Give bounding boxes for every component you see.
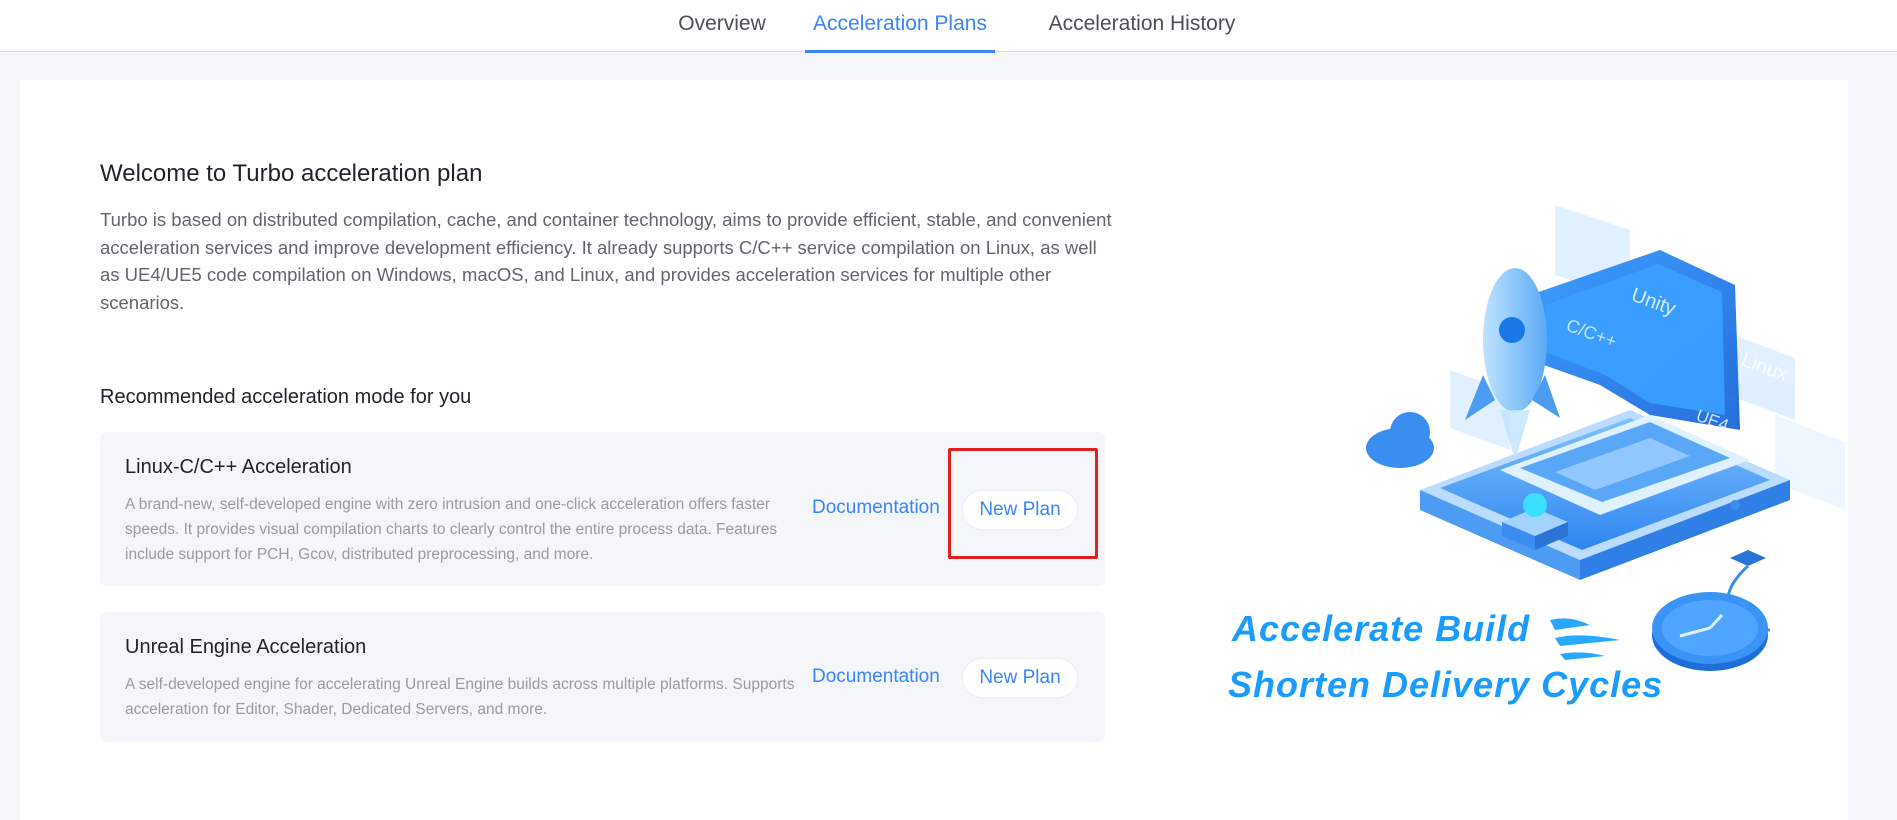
- welcome-description: Turbo is based on distributed compilatio…: [100, 209, 1112, 313]
- documentation-link[interactable]: Documentation: [812, 497, 940, 519]
- speed-lines-icon: [1550, 618, 1620, 660]
- tab-acceleration-plans[interactable]: Acceleration Plans: [805, 0, 995, 53]
- welcome-title: Welcome to Turbo acceleration plan: [100, 160, 483, 187]
- top-nav: Overview Acceleration Plans Acceleration…: [0, 0, 1897, 53]
- documentation-link[interactable]: Documentation: [812, 666, 940, 688]
- card-title: Unreal Engine Acceleration: [125, 636, 367, 658]
- slogan-accelerate-build: Accelerate Build: [1232, 608, 1531, 649]
- card-title: Linux-C/C++ Acceleration: [125, 456, 352, 478]
- card-unreal-engine-acceleration: Unreal Engine Acceleration A self-develo…: [100, 612, 1105, 742]
- new-plan-button[interactable]: New Plan: [962, 490, 1078, 530]
- card-linux-cpp-acceleration: Linux-C/C++ Acceleration A brand-new, se…: [100, 432, 1105, 586]
- tab-overview[interactable]: Overview: [668, 0, 776, 52]
- recommended-title: Recommended acceleration mode for you: [100, 386, 472, 408]
- tab-acceleration-history[interactable]: Acceleration History: [1026, 0, 1258, 52]
- new-plan-button[interactable]: New Plan: [962, 658, 1078, 698]
- cloud-icon: [1366, 412, 1434, 468]
- card-description: A self-developed engine for accelerating…: [125, 676, 795, 718]
- card-description: A brand-new, self-developed engine with …: [125, 496, 778, 563]
- slogan-shorten-delivery-cycles: Shorten Delivery Cycles: [1228, 664, 1664, 705]
- clock-icon: [1652, 592, 1768, 671]
